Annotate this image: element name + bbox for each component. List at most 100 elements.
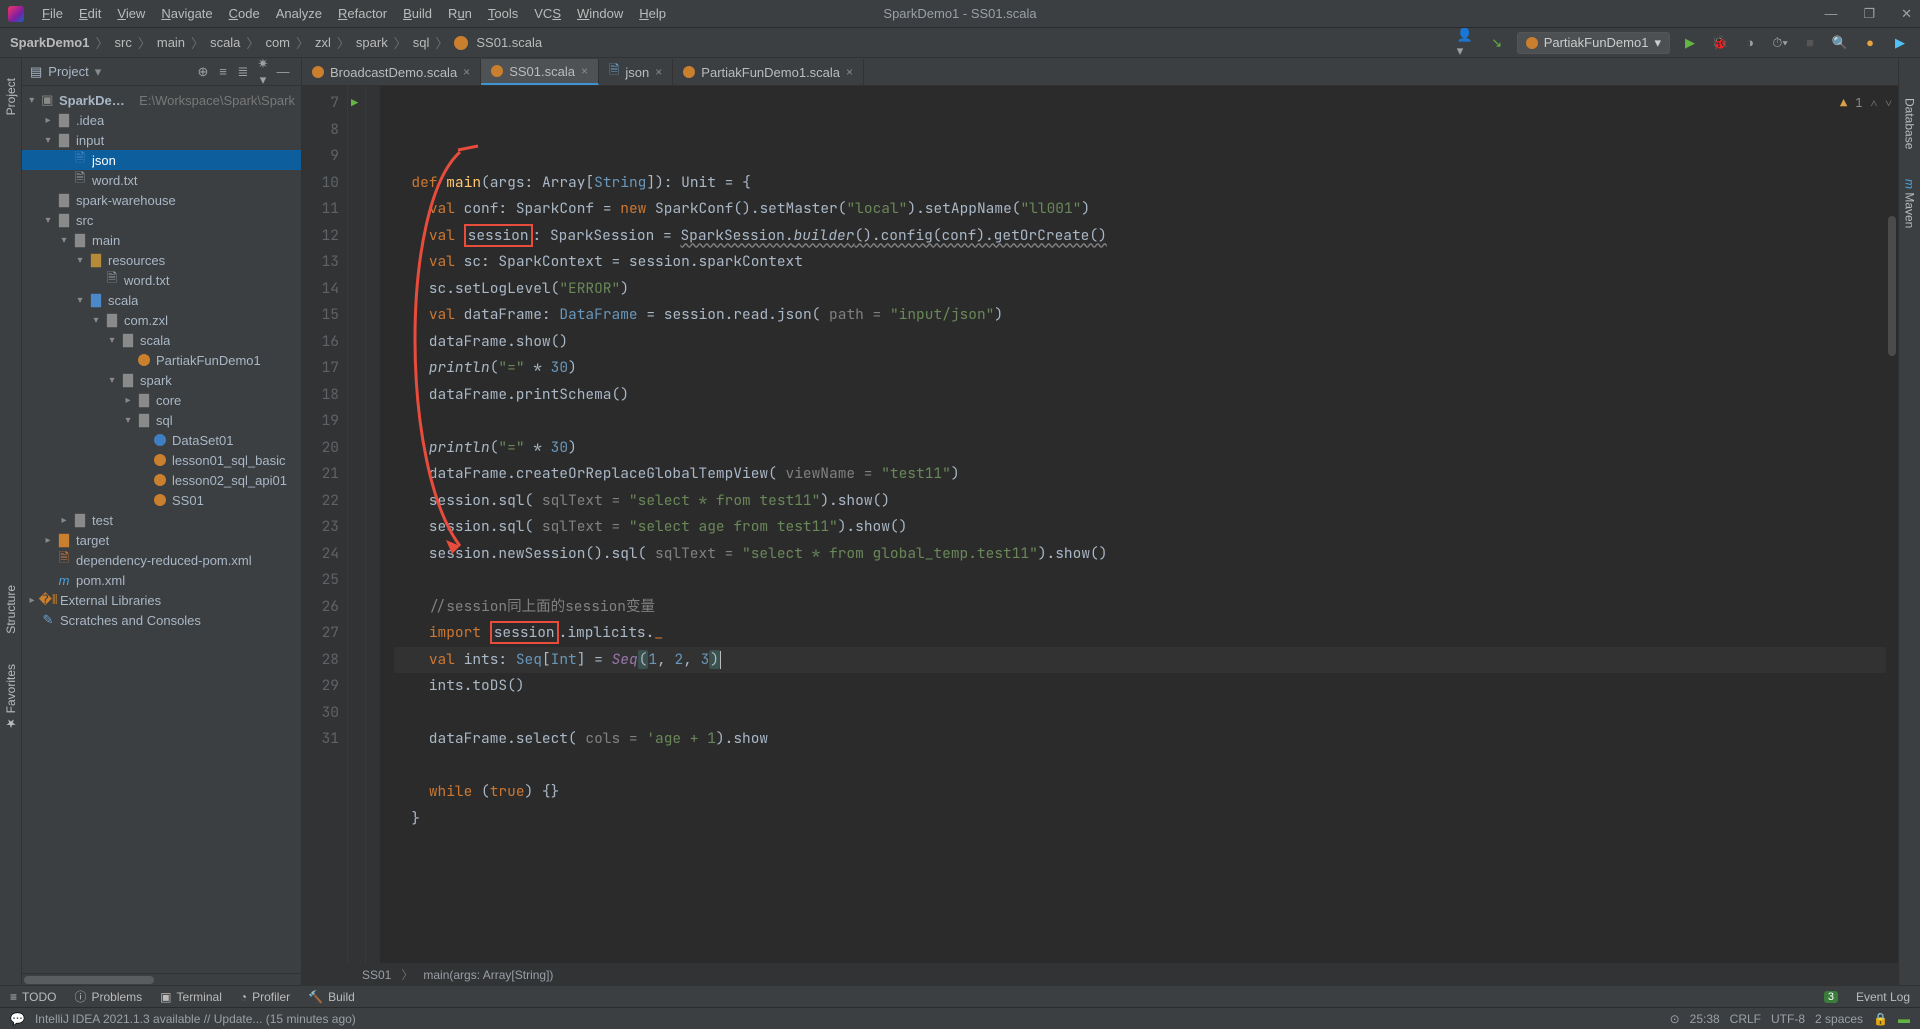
chevron-up-icon[interactable]: ˄ xyxy=(1870,90,1877,117)
crumb-spark[interactable]: spark xyxy=(356,35,388,50)
status-goto-icon[interactable]: ⊙ xyxy=(1670,1012,1680,1026)
window-maximize[interactable]: ❐ xyxy=(1863,6,1875,22)
tree-sql[interactable]: sql xyxy=(156,413,173,428)
editor-breadcrumbs[interactable]: SS01 〉 main(args: Array[String]) xyxy=(302,963,1898,985)
search-everywhere-icon[interactable]: 🔍 xyxy=(1830,33,1850,53)
tool-tab-terminal[interactable]: ▣Terminal xyxy=(160,990,222,1004)
tool-tab-problems[interactable]: ⓘProblems xyxy=(74,988,142,1005)
ide-update-icon[interactable]: ● xyxy=(1860,33,1880,53)
close-tab-icon[interactable]: × xyxy=(463,65,470,79)
chevron-down-icon[interactable]: ▾ xyxy=(95,64,102,80)
tree-ss01[interactable]: SS01 xyxy=(172,493,204,508)
tool-tab-database[interactable]: Database xyxy=(1903,98,1917,149)
readonly-lock-icon[interactable]: 🔒 xyxy=(1873,1012,1888,1026)
run-line-icon[interactable]: ▶ xyxy=(351,90,358,117)
coverage-button[interactable]: ◑ xyxy=(1740,33,1760,53)
hide-panel-icon[interactable]: — xyxy=(273,64,293,79)
tree-external-libraries[interactable]: External Libraries xyxy=(60,593,161,608)
tab-ss01[interactable]: SS01.scala× xyxy=(481,59,599,85)
tool-tab-event-log[interactable]: Event Log xyxy=(1856,990,1910,1004)
tree-json[interactable]: json xyxy=(92,153,116,168)
line-number-gutter[interactable]: 7891011121314151617181920212223242526272… xyxy=(302,86,348,963)
tree-dataset01[interactable]: DataSet01 xyxy=(172,433,233,448)
menu-run[interactable]: Run xyxy=(440,6,480,21)
close-tab-icon[interactable]: × xyxy=(581,64,588,78)
tree-lesson02[interactable]: lesson02_sql_api01 xyxy=(172,473,287,488)
inspection-widget[interactable]: ▲ 1 ˄ ˅ xyxy=(1840,90,1892,117)
profile-button[interactable]: ⏱▾ xyxy=(1770,33,1790,53)
cursor-position[interactable]: 25:38 xyxy=(1690,1012,1720,1026)
debug-button[interactable]: 🐞 xyxy=(1710,33,1730,53)
tool-tab-favorites[interactable]: ★ Favorites xyxy=(4,664,18,731)
close-tab-icon[interactable]: × xyxy=(846,65,853,79)
tool-tab-structure[interactable]: Structure xyxy=(4,585,18,634)
crumb-file[interactable]: SS01.scala xyxy=(476,35,542,50)
menu-file[interactable]: File xyxy=(34,6,71,21)
stop-button[interactable]: ■ xyxy=(1800,33,1820,53)
menu-window[interactable]: Window xyxy=(569,6,631,21)
add-config-icon[interactable]: 👤▾ xyxy=(1457,33,1477,53)
window-close[interactable]: ✕ xyxy=(1901,6,1912,22)
tree-com-zxl[interactable]: com.zxl xyxy=(124,313,168,328)
tab-partiak[interactable]: PartiakFunDemo1.scala× xyxy=(673,59,864,85)
menu-edit[interactable]: Edit xyxy=(71,6,109,21)
menu-build[interactable]: Build xyxy=(395,6,440,21)
tree-root[interactable]: SparkDemo1 xyxy=(59,93,136,108)
project-tree[interactable]: ▾▣SparkDemo1 E:\Workspace\Spark\Spark ▸▇… xyxy=(22,86,301,973)
tab-json[interactable]: 🗎json× xyxy=(599,59,673,85)
editor-body[interactable]: ▲ 1 ˄ ˅ 78910111213141516171819202122232… xyxy=(302,86,1898,963)
menu-vcs[interactable]: VCS xyxy=(526,6,569,21)
tree-spark-warehouse[interactable]: spark-warehouse xyxy=(76,193,176,208)
tree-idea[interactable]: .idea xyxy=(76,113,104,128)
code-with-me-icon[interactable]: ▶ xyxy=(1890,33,1910,53)
settings-icon[interactable]: ✷ ▾ xyxy=(253,56,273,88)
crumb-class[interactable]: SS01 xyxy=(362,968,391,982)
crumb-sql[interactable]: sql xyxy=(413,35,430,50)
project-view-label[interactable]: Project xyxy=(48,64,88,79)
window-minimize[interactable]: — xyxy=(1824,6,1837,22)
tree-target[interactable]: target xyxy=(76,533,109,548)
tree-src[interactable]: src xyxy=(76,213,93,228)
menu-help[interactable]: Help xyxy=(631,6,674,21)
tree-resources[interactable]: resources xyxy=(108,253,165,268)
tree-partiak[interactable]: PartiakFunDemo1 xyxy=(156,353,261,368)
collapse-all-icon[interactable]: ≣ xyxy=(233,64,253,80)
tree-main[interactable]: main xyxy=(92,233,120,248)
menu-refactor[interactable]: Refactor xyxy=(330,6,395,21)
chevron-down-icon[interactable]: ˅ xyxy=(1885,90,1892,117)
code-editor[interactable]: def main(args: Array[String]): Unit = { … xyxy=(380,86,1886,963)
tree-word-txt-2[interactable]: word.txt xyxy=(124,273,170,288)
tool-tab-build[interactable]: 🔨Build xyxy=(308,990,355,1004)
tree-scala-dir[interactable]: scala xyxy=(108,293,138,308)
editor-vertical-scrollbar[interactable] xyxy=(1886,86,1898,963)
tree-lesson01[interactable]: lesson01_sql_basic xyxy=(172,453,285,468)
crumb-com[interactable]: com xyxy=(265,35,290,50)
menu-code[interactable]: Code xyxy=(221,6,268,21)
tree-spark-pkg[interactable]: spark xyxy=(140,373,172,388)
run-config-selector[interactable]: PartiakFunDemo1 ▾ xyxy=(1517,32,1670,54)
run-button[interactable]: ▶ xyxy=(1680,33,1700,53)
tree-input[interactable]: input xyxy=(76,133,104,148)
tree-core[interactable]: core xyxy=(156,393,181,408)
tool-tab-maven[interactable]: m Maven xyxy=(1903,179,1917,228)
file-encoding[interactable]: UTF-8 xyxy=(1771,1012,1805,1026)
crumb-root[interactable]: SparkDemo1 xyxy=(10,35,89,50)
menu-tools[interactable]: Tools xyxy=(480,6,526,21)
run-gutter[interactable]: ▶ xyxy=(348,86,366,963)
memory-indicator[interactable]: ▬ xyxy=(1898,1012,1910,1026)
tree-pom[interactable]: pom.xml xyxy=(76,573,125,588)
status-notification-icon[interactable]: 💬 xyxy=(10,1012,25,1026)
status-message[interactable]: IntelliJ IDEA 2021.1.3 available // Upda… xyxy=(35,1012,356,1026)
crumb-method[interactable]: main(args: Array[String]) xyxy=(423,968,553,982)
tool-tab-project[interactable]: Project xyxy=(4,78,18,115)
tab-broadcastdemo[interactable]: BroadcastDemo.scala× xyxy=(302,59,481,85)
expand-all-icon[interactable]: ≡ xyxy=(213,64,233,79)
crumb-scala[interactable]: scala xyxy=(210,35,240,50)
tool-tab-todo[interactable]: ≡TODO xyxy=(10,990,56,1004)
menu-analyze[interactable]: Analyze xyxy=(268,6,330,21)
crumb-src[interactable]: src xyxy=(115,35,132,50)
breadcrumbs[interactable]: SparkDemo1〉 src〉 main〉 scala〉 com〉 zxl〉 … xyxy=(10,33,542,52)
tree-scala-pkg[interactable]: scala xyxy=(140,333,170,348)
line-separator[interactable]: CRLF xyxy=(1730,1012,1761,1026)
sync-icon[interactable]: ↘ xyxy=(1487,33,1507,53)
